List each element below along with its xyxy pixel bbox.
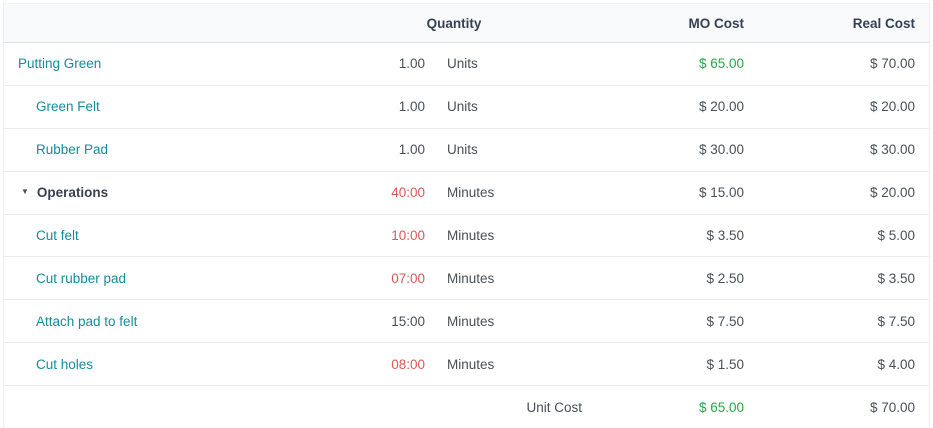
row-name-cell: ▼ Cut felt — [4, 228, 349, 243]
uom-label: Minutes — [439, 271, 599, 286]
real-cost-value: $ 20.00 — [759, 185, 929, 200]
quantity-value: 40:00 — [349, 185, 439, 200]
uom-label: Units — [439, 99, 599, 114]
table-body: ▼ Putting Green 1.00 Units $ 65.00 $ 70.… — [4, 43, 929, 386]
row-name-cell: ▼ Operations — [4, 185, 349, 200]
uom-label: Units — [439, 142, 599, 157]
header-quantity: Quantity — [349, 16, 599, 31]
row-name[interactable]: Cut felt — [36, 228, 79, 243]
mo-cost-value: $ 2.50 — [599, 271, 759, 286]
quantity-value: 1.00 — [349, 142, 439, 157]
header-real-cost: Real Cost — [759, 16, 929, 31]
uom-label: Minutes — [439, 228, 599, 243]
real-cost-value: $ 70.00 — [759, 56, 929, 71]
row-name-cell: ▼ Cut rubber pad — [4, 271, 349, 286]
table-row: ▼ Putting Green 1.00 Units $ 65.00 $ 70.… — [4, 43, 929, 86]
quantity-value: 15:00 — [349, 314, 439, 329]
mo-cost-value: $ 3.50 — [599, 228, 759, 243]
mo-cost-value: $ 20.00 — [599, 99, 759, 114]
unit-cost-mo-value: $ 65.00 — [599, 400, 759, 415]
quantity-value: 1.00 — [349, 56, 439, 71]
collapse-caret-icon[interactable]: ▼ — [21, 188, 29, 196]
real-cost-value: $ 3.50 — [759, 271, 929, 286]
row-name-cell: ▼ Green Felt — [4, 99, 349, 114]
mo-cost-value: $ 30.00 — [599, 142, 759, 157]
unit-cost-label: Unit Cost — [439, 400, 599, 415]
table-row: ▼ Attach pad to felt 15:00 Minutes $ 7.5… — [4, 300, 929, 343]
mo-cost-value: $ 15.00 — [599, 185, 759, 200]
row-name[interactable]: Attach pad to felt — [36, 314, 137, 329]
real-cost-value: $ 4.00 — [759, 357, 929, 372]
row-name-cell: ▼ Cut holes — [4, 357, 349, 372]
mo-cost-value: $ 1.50 — [599, 357, 759, 372]
header-mo-cost: MO Cost — [599, 16, 759, 31]
row-name: Operations — [37, 185, 108, 200]
table-row: ▼ Cut felt 10:00 Minutes $ 3.50 $ 5.00 — [4, 215, 929, 258]
mo-cost-value: $ 7.50 — [599, 314, 759, 329]
real-cost-value: $ 5.00 — [759, 228, 929, 243]
row-name-cell: ▼ Putting Green — [4, 56, 349, 71]
row-name-cell: ▼ Attach pad to felt — [4, 314, 349, 329]
row-name[interactable]: Cut rubber pad — [36, 271, 126, 286]
real-cost-value: $ 20.00 — [759, 99, 929, 114]
table-row: ▼ Cut holes 08:00 Minutes $ 1.50 $ 4.00 — [4, 343, 929, 386]
real-cost-value: $ 30.00 — [759, 142, 929, 157]
table-footer-row: Unit Cost $ 65.00 $ 70.00 — [4, 386, 929, 428]
row-name[interactable]: Green Felt — [36, 99, 100, 114]
quantity-value: 08:00 — [349, 357, 439, 372]
table-row: ▼ Green Felt 1.00 Units $ 20.00 $ 20.00 — [4, 86, 929, 129]
quantity-value: 07:00 — [349, 271, 439, 286]
table-header-row: Quantity MO Cost Real Cost — [4, 4, 929, 43]
uom-label: Minutes — [439, 314, 599, 329]
table-row: ▼ Rubber Pad 1.00 Units $ 30.00 $ 30.00 — [4, 129, 929, 172]
row-name[interactable]: Cut holes — [36, 357, 93, 372]
cost-analysis-table: Quantity MO Cost Real Cost ▼ Putting Gre… — [3, 3, 930, 428]
quantity-value: 10:00 — [349, 228, 439, 243]
uom-label: Minutes — [439, 357, 599, 372]
row-name[interactable]: Rubber Pad — [36, 142, 108, 157]
table-row: ▼ Operations 40:00 Minutes $ 15.00 $ 20.… — [4, 172, 929, 215]
table-row: ▼ Cut rubber pad 07:00 Minutes $ 2.50 $ … — [4, 257, 929, 300]
row-name[interactable]: Putting Green — [18, 56, 101, 71]
quantity-value: 1.00 — [349, 99, 439, 114]
mo-cost-value: $ 65.00 — [599, 56, 759, 71]
uom-label: Minutes — [439, 185, 599, 200]
unit-cost-real-value: $ 70.00 — [759, 400, 929, 415]
row-name-cell: ▼ Rubber Pad — [4, 142, 349, 157]
uom-label: Units — [439, 56, 599, 71]
real-cost-value: $ 7.50 — [759, 314, 929, 329]
